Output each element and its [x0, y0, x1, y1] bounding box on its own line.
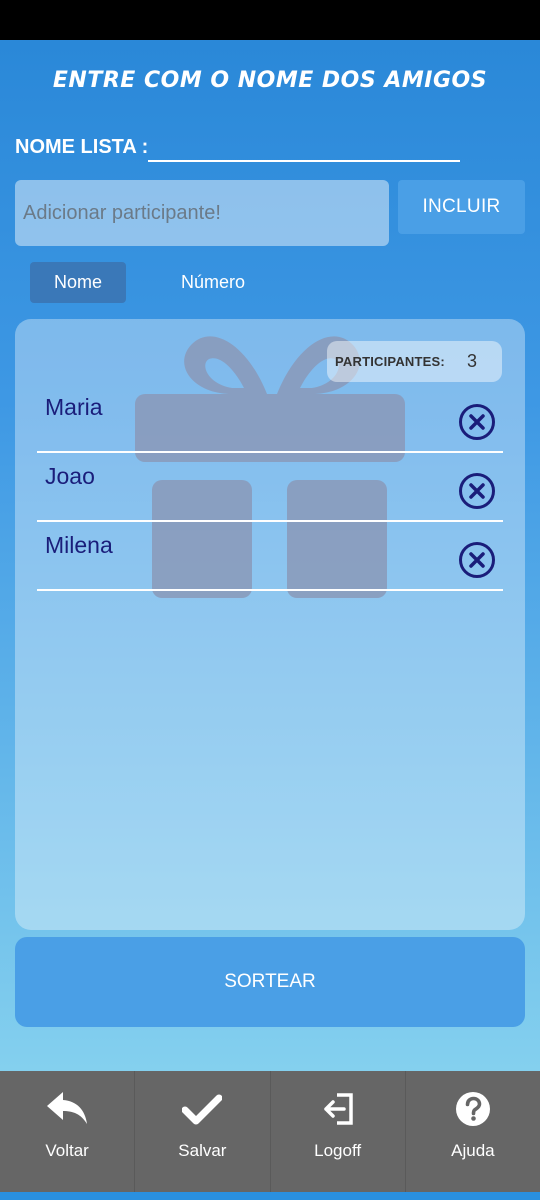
participant-name: Milena [45, 532, 113, 558]
bottom-nav: Voltar Salvar Logoff Ajuda [0, 1071, 540, 1192]
help-icon [451, 1089, 495, 1129]
nav-label: Voltar [45, 1141, 89, 1160]
add-participant-input[interactable] [15, 180, 389, 246]
main-screen: ENTRE COM O NOME DOS AMIGOS NOME LISTA :… [0, 40, 540, 1071]
participants-count-value: 3 [466, 351, 477, 371]
page-title: ENTRE COM O NOME DOS AMIGOS [52, 68, 488, 93]
list-name-label: NOME LISTA : [15, 136, 149, 158]
close-circle-icon[interactable] [457, 471, 497, 511]
participant-name: Maria [45, 394, 103, 420]
nav-label: Salvar [178, 1141, 227, 1160]
tab-numero[interactable]: Número [160, 262, 266, 303]
status-bar [0, 0, 540, 40]
list-item: Milena [37, 522, 503, 591]
participants-panel: PARTICIPANTES: 3 Maria Joao Milena [15, 319, 525, 930]
close-circle-icon[interactable] [457, 540, 497, 580]
nav-voltar-button[interactable]: Voltar [0, 1071, 136, 1192]
participants-count-label: PARTICIPANTES: [335, 354, 445, 369]
nav-label: Logoff [314, 1141, 362, 1160]
nav-salvar-button[interactable]: Salvar [135, 1071, 271, 1192]
nav-label: Ajuda [451, 1141, 495, 1160]
logout-icon [316, 1089, 360, 1129]
nav-ajuda-button[interactable]: Ajuda [406, 1071, 540, 1192]
draw-button[interactable]: SORTEAR [15, 937, 525, 1027]
system-nav-strip [0, 1192, 540, 1200]
participants-count-badge: PARTICIPANTES: 3 [327, 341, 502, 382]
list-item: Maria [37, 384, 503, 453]
include-button[interactable]: INCLUIR [398, 180, 525, 234]
list-name-field[interactable] [148, 160, 460, 162]
checkmark-icon [180, 1089, 224, 1129]
tab-nome[interactable]: Nome [30, 262, 126, 303]
close-circle-icon[interactable] [457, 402, 497, 442]
participant-name: Joao [45, 463, 95, 489]
back-arrow-icon [45, 1089, 89, 1129]
nav-logoff-button[interactable]: Logoff [271, 1071, 406, 1192]
list-item: Joao [37, 453, 503, 522]
